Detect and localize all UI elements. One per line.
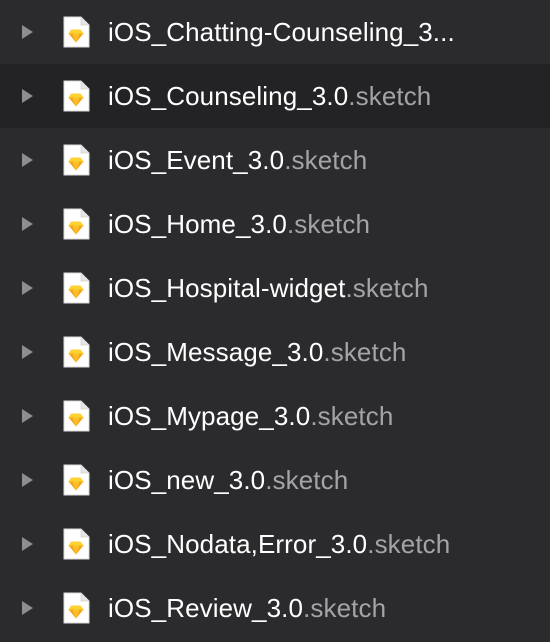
sketch-file-icon (62, 80, 90, 112)
sketch-file-icon (62, 336, 90, 368)
file-row[interactable]: iOS_Mypage_3.0.sketch (0, 384, 550, 448)
file-extension: .sketch (367, 528, 451, 559)
file-name-base: iOS_Home_3.0 (108, 208, 287, 239)
file-row[interactable]: iOS_Hospital-widget.sketch (0, 256, 550, 320)
sketch-file-icon (62, 144, 90, 176)
file-name-base: iOS_Chatting-Counseling_3... (108, 16, 455, 47)
file-name: iOS_new_3.0.sketch (108, 465, 348, 496)
disclosure-triangle-icon[interactable] (22, 25, 33, 39)
sketch-file-icon (62, 208, 90, 240)
file-name: iOS_Mypage_3.0.sketch (108, 401, 393, 432)
file-name-base: iOS_Mypage_3.0 (108, 400, 311, 431)
disclosure-triangle-icon[interactable] (22, 217, 33, 231)
file-row[interactable]: iOS_Event_3.0.sketch (0, 128, 550, 192)
sketch-file-icon (62, 528, 90, 560)
file-extension: .sketch (265, 464, 349, 495)
file-extension: .sketch (303, 592, 387, 623)
file-name: iOS_Review_3.0.sketch (108, 593, 386, 624)
sketch-file-icon (62, 464, 90, 496)
disclosure-triangle-icon[interactable] (22, 601, 33, 615)
file-name-base: iOS_new_3.0 (108, 464, 266, 495)
file-extension: .sketch (348, 80, 432, 111)
file-name: iOS_Hospital-widget.sketch (108, 273, 429, 304)
file-name: iOS_Nodata,Error_3.0.sketch (108, 529, 450, 560)
file-row[interactable]: iOS_Nodata,Error_3.0.sketch (0, 512, 550, 576)
sketch-file-icon (62, 16, 90, 48)
disclosure-triangle-icon[interactable] (22, 281, 33, 295)
file-extension: .sketch (345, 272, 429, 303)
file-row[interactable]: iOS_Message_3.0.sketch (0, 320, 550, 384)
file-name: iOS_Home_3.0.sketch (108, 209, 370, 240)
file-row[interactable]: iOS_Home_3.0.sketch (0, 192, 550, 256)
file-extension: .sketch (284, 144, 368, 175)
disclosure-triangle-icon[interactable] (22, 409, 33, 423)
file-name: iOS_Chatting-Counseling_3... (108, 17, 455, 48)
file-name-base: iOS_Review_3.0 (108, 592, 304, 623)
disclosure-triangle-icon[interactable] (22, 537, 33, 551)
file-row[interactable]: iOS_Review_3.0.sketch (0, 576, 550, 640)
file-name: iOS_Event_3.0.sketch (108, 145, 367, 176)
file-name: iOS_Counseling_3.0.sketch (108, 81, 431, 112)
file-name-base: iOS_Nodata,Error_3.0 (108, 528, 368, 559)
file-name-base: iOS_Counseling_3.0 (108, 80, 349, 111)
file-name-base: iOS_Hospital-widget (108, 272, 346, 303)
file-extension: .sketch (286, 208, 371, 239)
disclosure-triangle-icon[interactable] (22, 345, 33, 359)
disclosure-triangle-icon[interactable] (22, 153, 33, 167)
file-name-base: iOS_Event_3.0 (108, 144, 285, 175)
disclosure-triangle-icon[interactable] (22, 473, 33, 487)
file-row[interactable]: iOS_Chatting-Counseling_3... (0, 0, 550, 64)
disclosure-triangle-icon[interactable] (22, 89, 33, 103)
sketch-file-icon (62, 592, 90, 624)
sketch-file-icon (62, 400, 90, 432)
sketch-file-icon (62, 272, 90, 304)
file-extension: .sketch (310, 400, 394, 431)
file-extension: .sketch (323, 336, 407, 367)
file-row[interactable]: iOS_new_3.0.sketch (0, 448, 550, 512)
file-name: iOS_Message_3.0.sketch (108, 337, 406, 368)
file-name-base: iOS_Message_3.0 (108, 336, 324, 367)
file-row[interactable]: iOS_Counseling_3.0.sketch (0, 64, 550, 128)
file-list: iOS_Chatting-Counseling_3... iOS_Counsel… (0, 0, 550, 642)
